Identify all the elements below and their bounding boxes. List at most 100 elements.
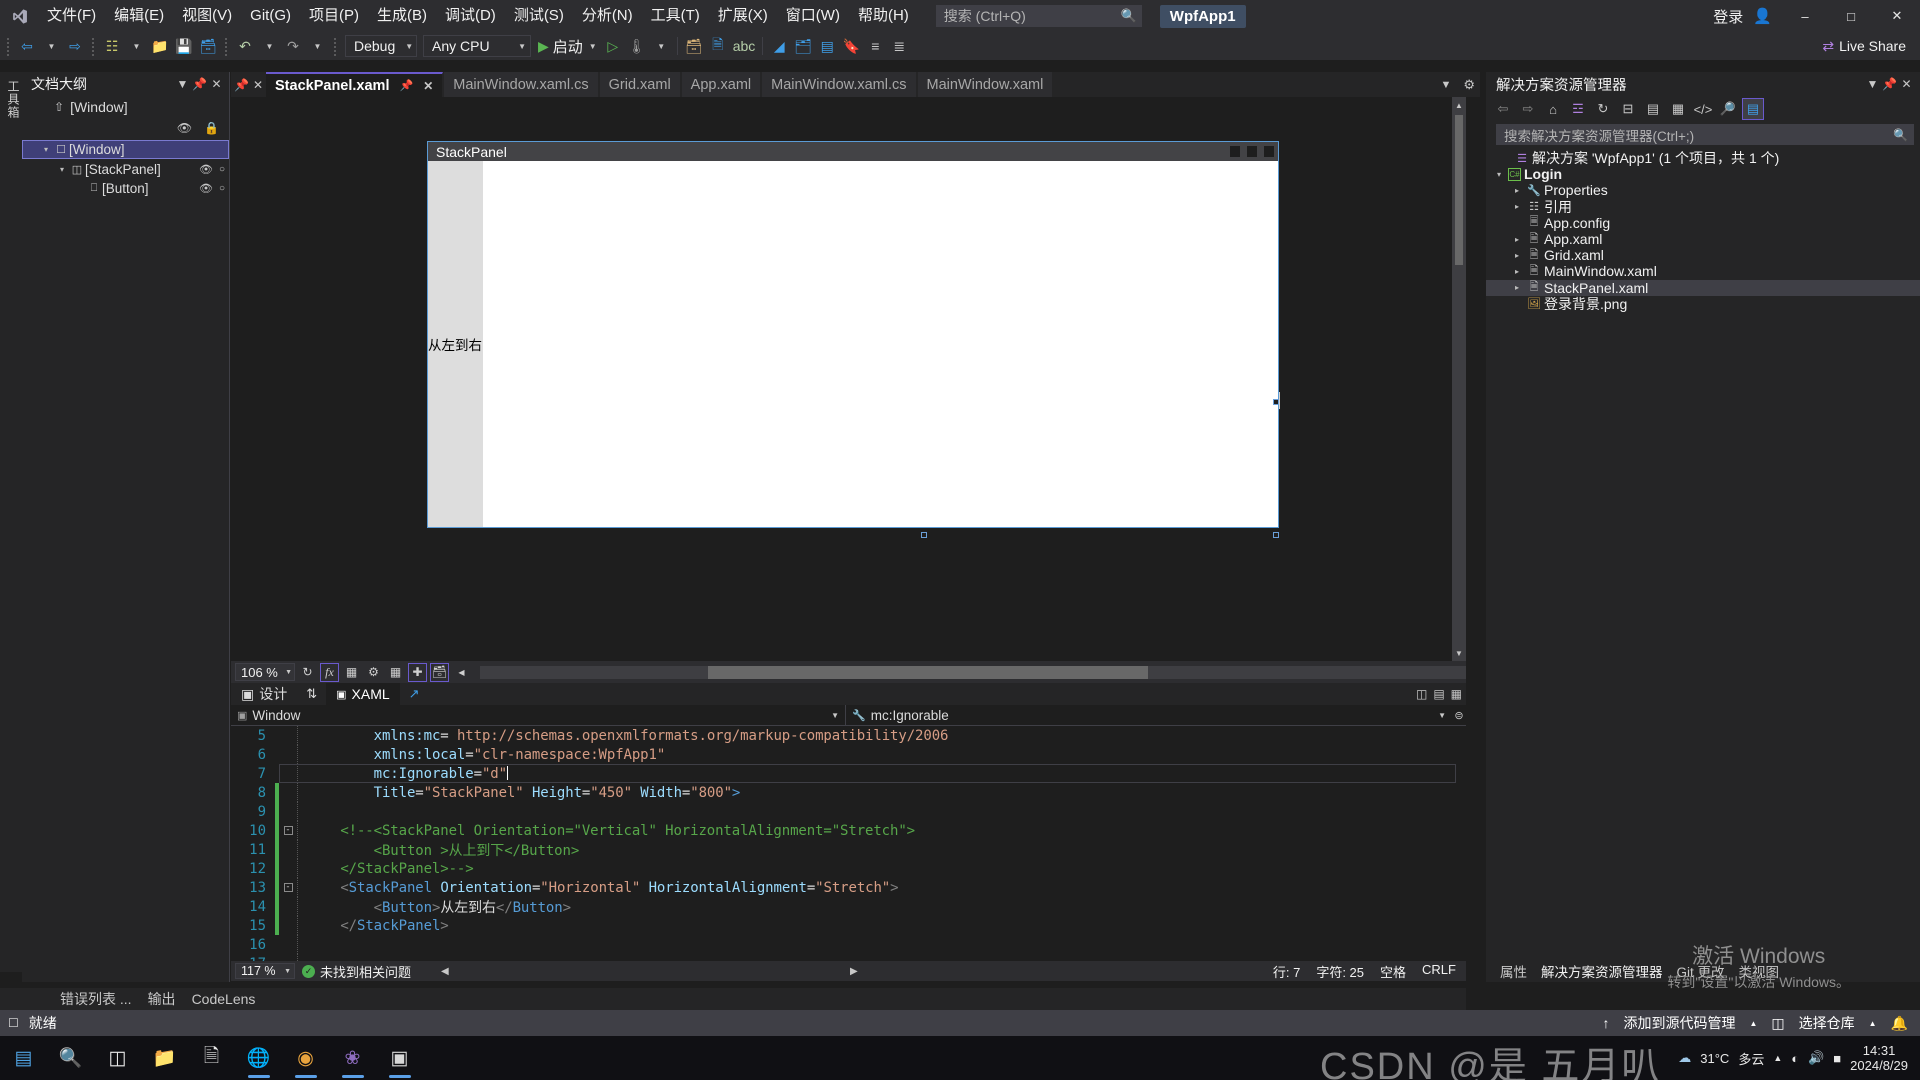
designer-scroll-down-icon[interactable]: ▼	[1452, 645, 1466, 661]
code-line[interactable]: 13 - <StackPanel Orientation="Horizontal"…	[231, 878, 1466, 897]
nav-back-icon[interactable]: ⇦	[15, 34, 39, 58]
search-icon[interactable]: 🔍	[47, 1036, 94, 1080]
tree-row-mainwindow-xaml[interactable]: ▸ 🗎 MainWindow.xaml	[1486, 263, 1920, 279]
undo-dropdown-icon[interactable]: ▼	[257, 34, 281, 58]
menu-tools[interactable]: 工具(T)	[642, 0, 709, 32]
close-icon[interactable]: ✕	[253, 78, 263, 92]
close-icon[interactable]: ✕	[208, 77, 225, 91]
global-search-input[interactable]: 搜索 (Ctrl+Q) 🔍	[935, 5, 1142, 27]
pin-icon[interactable]: 📌	[399, 79, 413, 92]
design-button-preview[interactable]: 从左到右	[428, 161, 483, 527]
solution-explorer-icon[interactable]: ▤	[1742, 98, 1764, 120]
menu-analyze[interactable]: 分析(N)	[573, 0, 642, 32]
taskbar-clock[interactable]: 14:31 2024/8/29	[1850, 1043, 1908, 1073]
expander-icon[interactable]: ▾	[55, 165, 69, 174]
expander-icon[interactable]: ▸	[1510, 267, 1524, 276]
close-icon[interactable]: ✕	[423, 79, 433, 93]
eye-icon[interactable]: 👁	[197, 163, 215, 176]
build-configuration-select[interactable]: Debug ▼	[345, 35, 417, 57]
back-icon[interactable]: ⇦	[1492, 98, 1514, 120]
live-property-explorer-icon[interactable]: ▤	[815, 34, 839, 58]
select-repo-button[interactable]: 选择仓库	[1799, 1013, 1855, 1033]
toolbar-grip-3[interactable]	[222, 36, 231, 56]
resize-handle-bottom[interactable]	[921, 532, 927, 538]
layout-icon[interactable]: 🗎	[706, 34, 730, 58]
designer-vertical-scroll-thumb[interactable]	[1455, 115, 1463, 265]
fold-collapse-icon[interactable]: -	[279, 826, 297, 835]
navbar-type-select[interactable]: ▣ Window ▼	[231, 704, 846, 726]
solution-explorer-search-input[interactable]: 搜索解决方案资源管理器(Ctrl+;) 🔍	[1496, 124, 1914, 145]
chevron-down-icon[interactable]: ▼	[174, 77, 191, 91]
bottom-tab-git-changes[interactable]: Git 更改	[1677, 961, 1725, 981]
bookmark-icon[interactable]: 🔖	[839, 34, 863, 58]
menu-debug[interactable]: 调试(D)	[436, 0, 505, 32]
select-element-icon[interactable]: ◢	[767, 34, 791, 58]
toolbar-grip[interactable]	[4, 36, 13, 56]
nav-forward-icon[interactable]: ⇨	[63, 34, 87, 58]
tab-mainwindow-xaml-cs-2[interactable]: MainWindow.xaml.cs	[762, 72, 917, 97]
notepad-icon[interactable]: 🗎	[188, 1036, 235, 1080]
live-preview-icon[interactable]: 🗃	[682, 34, 706, 58]
file-explorer-icon[interactable]: 📁	[141, 1036, 188, 1080]
uncomment-icon[interactable]: ≣	[887, 34, 911, 58]
attach-play-icon[interactable]: ▷	[601, 34, 625, 58]
expander-icon[interactable]: ▾	[1492, 170, 1506, 179]
outline-row-window[interactable]: ▾ ☐ [Window]	[22, 140, 229, 159]
expander-icon[interactable]: ▸	[1510, 251, 1524, 260]
chevron-up-icon[interactable]: ▲	[1773, 1053, 1782, 1063]
navbar-member-select[interactable]: 🔧 mc:Ignorable ▼	[846, 705, 1452, 726]
show-all-files-icon[interactable]: ▤	[1642, 98, 1664, 120]
nav-back-dropdown-icon[interactable]: ▼	[39, 34, 63, 58]
designer-scroll-up-icon[interactable]: ▲	[1452, 97, 1466, 113]
new-project-icon[interactable]: ☷	[100, 34, 124, 58]
snap-icon[interactable]: ✚	[408, 662, 427, 682]
tab-xaml-view[interactable]: ▣ XAML	[326, 683, 400, 705]
chrome-icon[interactable]: ◉	[282, 1036, 329, 1080]
build-platform-select[interactable]: Any CPU ▼	[423, 35, 531, 57]
toolbar-grip-4[interactable]	[331, 36, 340, 56]
signin-button[interactable]: 登录	[1703, 6, 1753, 27]
expander-icon[interactable]: ▾	[39, 145, 53, 154]
preview-icon[interactable]: 🔎	[1717, 98, 1739, 120]
menu-git[interactable]: Git(G)	[241, 0, 300, 32]
expand-icon[interactable]: ▦	[1451, 687, 1462, 701]
network-icon[interactable]: ◐	[1791, 1051, 1799, 1066]
flame-icon[interactable]: 🌡	[625, 34, 649, 58]
resize-handle-corner[interactable]	[1273, 532, 1279, 538]
designer-horizontal-scrollbar[interactable]	[480, 665, 1466, 679]
refresh-icon[interactable]: ↻	[1592, 98, 1614, 120]
dock-tab-codelens[interactable]: CodeLens	[192, 991, 256, 1007]
undo-icon[interactable]: ↶	[233, 34, 257, 58]
tree-row-app-config[interactable]: 🗏 App.config	[1486, 215, 1920, 231]
windows-start-icon[interactable]: ▤	[0, 1036, 47, 1080]
bottom-tab-properties[interactable]: 属性	[1500, 961, 1527, 981]
menu-project[interactable]: 项目(P)	[300, 0, 368, 32]
close-icon[interactable]: ✕	[1898, 77, 1915, 91]
code-line[interactable]: 9	[231, 802, 1466, 821]
expander-icon[interactable]: ▸	[1510, 202, 1524, 211]
battery-icon[interactable]: ■	[1833, 1051, 1841, 1066]
pin-icon[interactable]: 📌	[191, 77, 208, 91]
checker-icon[interactable]: ▦	[386, 663, 405, 682]
start-debug-button[interactable]: ▶ 启动 ▼	[534, 34, 601, 58]
forward-icon[interactable]: ⇨	[1517, 98, 1539, 120]
collapse-all-icon[interactable]: ⊟	[1617, 98, 1639, 120]
redo-dropdown-icon[interactable]: ▼	[305, 34, 329, 58]
code-line[interactable]: 6 xmlns:local="clr-namespace:WpfApp1"	[231, 745, 1466, 764]
tree-row-references[interactable]: ▸ ☷ 引用	[1486, 199, 1920, 215]
menu-file[interactable]: 文件(F)	[38, 0, 105, 32]
xaml-code-editor[interactable]: 5 xmlns:mc= http://schemas.openxmlformat…	[231, 726, 1466, 961]
tree-row-grid-xaml[interactable]: ▸ 🗎 Grid.xaml	[1486, 247, 1920, 263]
menu-extensions[interactable]: 扩展(X)	[709, 0, 777, 32]
bell-icon[interactable]: 🔔	[1891, 1015, 1908, 1032]
dock-tab-error-list[interactable]: 错误列表 ...	[60, 989, 132, 1009]
menu-build[interactable]: 生成(B)	[368, 0, 436, 32]
code-line[interactable]: 15 </StackPanel>	[231, 916, 1466, 935]
tree-row-login[interactable]: ▾ C# Login	[1486, 166, 1920, 182]
account-icon[interactable]: 👤	[1753, 7, 1782, 25]
code-line[interactable]: 11 <Button >从上到下</Button>	[231, 840, 1466, 859]
chevron-up-icon-2[interactable]: ▲	[1869, 1019, 1877, 1028]
chevron-down-icon[interactable]: ▼	[1440, 79, 1451, 91]
code-line[interactable]: 16	[231, 935, 1466, 954]
lock-toggle-icon[interactable]: ○	[215, 183, 229, 194]
